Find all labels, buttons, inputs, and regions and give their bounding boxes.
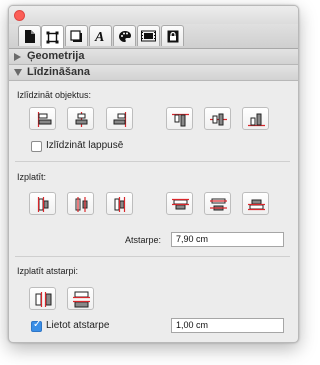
disclosure-collapsed-icon [14, 53, 21, 61]
section-alignment-label: Līdzināšana [27, 66, 90, 78]
section-geometry-header[interactable]: Ģeometrija [9, 49, 298, 65]
lock-icon [167, 30, 178, 42]
use-spacing-checkbox[interactable] [31, 319, 42, 332]
distribute-spacing-vertical-icon [73, 291, 90, 308]
distribute-spacing-heading: Izplatīt atstarpi: [17, 266, 79, 276]
distribute-top-icon [172, 198, 189, 210]
align-bottom-icon [248, 113, 265, 127]
align-top-button[interactable] [166, 107, 193, 130]
use-spacing-label: Lietot atstarpe [46, 320, 110, 331]
tab-geometry[interactable] [41, 25, 64, 48]
align-to-page-checkbox[interactable] [31, 141, 42, 152]
shadow-box-icon [70, 29, 82, 42]
align-middle-vertical-icon [210, 113, 227, 126]
tab-text[interactable]: A [89, 25, 112, 46]
slideshow-icon [141, 30, 156, 42]
section-alignment-header[interactable]: Līdzināšana [9, 65, 298, 81]
align-center-horizontal-button[interactable] [67, 107, 94, 130]
align-center-horizontal-icon [75, 112, 88, 127]
distribute-spacing-horizontal-button[interactable] [29, 287, 56, 310]
distribute-top-button[interactable] [166, 192, 193, 215]
align-middle-vertical-button[interactable] [204, 107, 231, 130]
tab-shadow[interactable] [65, 25, 88, 46]
distribute-right-button[interactable] [106, 192, 133, 215]
distribute-spacing-vertical-button[interactable] [67, 287, 94, 310]
distribute-right-icon [114, 197, 126, 212]
align-right-icon [113, 112, 127, 127]
svg-text:A: A [94, 30, 104, 43]
tab-slideshow[interactable] [137, 25, 160, 46]
distribute-left-button[interactable] [29, 192, 56, 215]
distribute-heading: Izplatīt: [17, 172, 47, 182]
distribute-center-horizontal-icon [75, 197, 88, 212]
text-italic-a-icon: A [94, 30, 104, 43]
spacing-label: Atstarpe: [125, 235, 162, 245]
align-left-icon [37, 112, 52, 127]
color-palette-icon [118, 30, 131, 42]
disclosure-expanded-icon [14, 69, 22, 76]
section-geometry-label: Ģeometrija [27, 50, 85, 62]
tab-color[interactable] [113, 25, 136, 46]
distribute-spacing-field[interactable]: 1,00 cm [171, 318, 284, 333]
distribute-middle-vertical-button[interactable] [204, 192, 231, 215]
close-button[interactable] [14, 10, 25, 21]
divider [15, 161, 290, 162]
divider [15, 256, 290, 257]
align-to-page-label: Izlīdzināt lappusē [46, 140, 124, 151]
distribute-spacing-horizontal-icon [35, 292, 52, 307]
distribute-middle-vertical-icon [210, 198, 227, 211]
spacing-field[interactable]: 7,90 cm [171, 232, 284, 247]
titlebar [9, 6, 298, 24]
align-right-button[interactable] [106, 107, 133, 130]
distribute-center-horizontal-button[interactable] [67, 192, 94, 215]
document-icon [25, 29, 35, 43]
align-left-button[interactable] [29, 107, 56, 130]
geometry-frame-icon [46, 31, 59, 43]
tab-document[interactable] [18, 25, 41, 46]
distribute-bottom-button[interactable] [242, 192, 269, 215]
palette-window: A Ģeometrija Līdzināšana Izlīdzināt obje… [8, 5, 299, 343]
align-bottom-button[interactable] [242, 107, 269, 130]
align-top-icon [172, 113, 189, 127]
align-objects-heading: Izlīdzināt objektus: [17, 90, 92, 100]
distribute-bottom-icon [248, 199, 265, 211]
tab-lock[interactable] [161, 25, 184, 46]
distribute-left-icon [37, 197, 49, 212]
palette-tabs: A [9, 24, 298, 49]
